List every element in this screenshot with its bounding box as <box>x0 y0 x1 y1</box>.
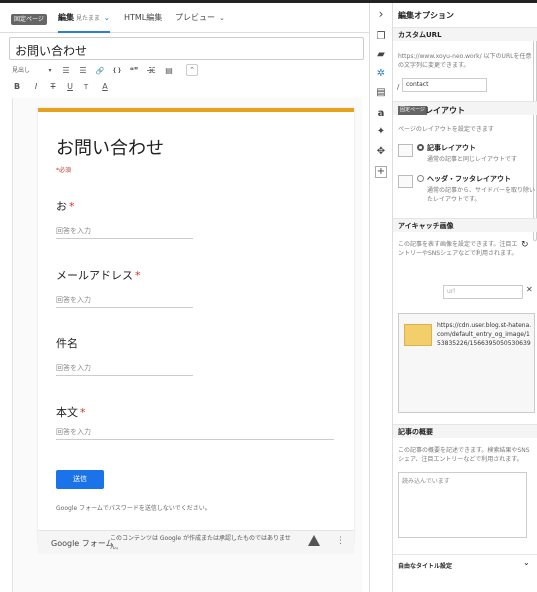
header-footer-layout-label: ヘッダ・フッタレイアウト <box>427 175 511 183</box>
summary-title: 記事の概要 <box>398 428 433 436</box>
google-form-card: お問い合わせ *必須 お * 回答を入力 メールアドレス * 回答を入力 件名 回答… <box>38 108 354 544</box>
body-input[interactable]: 回答を入力 <box>56 426 334 440</box>
header-footer-layout-desc: 通常の記事から、サイドバーを取り除いたレイアウトです。 <box>427 187 536 203</box>
tab-html-edit[interactable]: HTML編集 <box>124 11 162 33</box>
eyecatch-image-url: https://cdn.user.blog.st-hatena.com/defa… <box>437 322 532 347</box>
eyecatch-desc: この記事を表す画像を設定できます。注目エントリーやSNSシェアなどで利用されます… <box>398 241 518 257</box>
article-layout-label: 記事レイアウト <box>427 144 476 152</box>
options-title: 編集オプション <box>398 11 454 20</box>
app-root: 固定ページ 編集 見たまま ⌄ HTML編集 プレビュー ⌄ お問い合わせ 見出し ▾… <box>0 0 537 592</box>
password-warning: Google フォームでパスワードを送信しないでください。 <box>56 505 211 512</box>
question-subject-label: 件名 <box>56 335 80 351</box>
chevron-down-icon: ⌄ <box>219 14 225 22</box>
eyecatch-thumbnail[interactable] <box>404 324 432 346</box>
table-icon[interactable]: ☷ <box>146 64 158 78</box>
chevron-down-icon: ⌄ <box>523 558 530 567</box>
required-note: *必須 <box>56 167 72 174</box>
editor-panel: 固定ページ 編集 見たまま ⌄ HTML編集 プレビュー ⌄ お問い合わせ 見出し ▾… <box>0 3 370 592</box>
layout-desc: ページのレイアウトを設定できます <box>398 126 494 133</box>
chevron-down-icon: ▾ <box>48 67 52 74</box>
refresh-icon[interactable]: ↻ <box>521 240 529 250</box>
font-color-button[interactable]: A <box>100 80 110 94</box>
name-input[interactable]: 回答を入力 <box>56 225 193 239</box>
twitter-icon[interactable]: ✦ <box>375 126 387 138</box>
question-body-label: 本文 * <box>56 404 86 420</box>
pinwheel-icon[interactable]: ✥ <box>375 146 387 158</box>
chevron-right-icon[interactable]: › <box>375 8 387 20</box>
tab-edit-sub: 見たまま <box>76 15 100 22</box>
article-layout-radio[interactable] <box>417 144 424 151</box>
italic-button[interactable]: I <box>31 80 41 94</box>
required-star: * <box>80 406 86 419</box>
custom-url-title: カスタムURL <box>398 31 442 39</box>
required-star: * <box>69 200 75 213</box>
format-toolbar: 見出し ▾ ☰ ☰ 🔗 ❴❵ ❝❞ ⇥ ☷ ▤ ⌃ <box>0 64 369 78</box>
code-icon[interactable]: ❴❵ <box>110 64 124 78</box>
bullet-list-icon[interactable]: ☰ <box>60 64 72 78</box>
gear-icon[interactable]: ✲ <box>375 68 387 80</box>
summary-textarea[interactable]: 読み込んでいます <box>398 472 527 538</box>
side-icon-strip: › ❐ ▰ ✲ ▤ a ✦ ✥ + <box>370 3 393 592</box>
tab-edit-label: 編集 <box>58 13 74 22</box>
article-layout-thumb <box>398 144 413 157</box>
google-forms-logo[interactable]: Google フォーム <box>51 538 114 549</box>
form-title: お問い合わせ <box>56 138 164 159</box>
header-footer-layout-thumb <box>398 175 413 188</box>
form-footer: Google フォーム このコンテンツは Google が作成または承認したもの… <box>38 530 354 554</box>
title-input[interactable]: お問い合わせ <box>9 37 364 60</box>
layout-title: レイアウト <box>425 106 465 115</box>
question-label: 本文 <box>56 406 78 419</box>
warning-icon[interactable] <box>308 535 320 546</box>
embedded-form-area: お問い合わせ *必須 お * 回答を入力 メールアドレス * 回答を入力 件名 回答… <box>12 98 362 592</box>
fixed-page-badge: 固定ページ <box>11 14 47 25</box>
bold-button[interactable]: B <box>12 80 22 94</box>
eyecatch-title: アイキャッチ画像 <box>398 222 454 230</box>
plus-icon[interactable]: + <box>375 166 387 178</box>
question-label: お <box>56 200 67 213</box>
submit-button[interactable]: 送信 <box>56 470 104 489</box>
close-icon[interactable]: ✕ <box>526 285 533 294</box>
quote-icon[interactable]: ❝❞ <box>128 64 140 78</box>
edit-options-panel: 編集オプション カスタムURL https://www.xoyu-neo.wor… <box>393 3 537 592</box>
more-format-icon[interactable]: ▤ <box>163 64 175 78</box>
link-icon[interactable]: 🔗 <box>94 64 106 78</box>
underline-button[interactable]: U <box>65 80 75 94</box>
chevron-down-icon: ⌄ <box>103 14 110 22</box>
free-title-setting[interactable]: 自由なタイトル設定 ⌄ <box>393 554 537 574</box>
form-disclaimer: このコンテンツは Google が作成または承認したものではありません。 <box>110 535 291 551</box>
question-label: メールアドレス <box>56 269 133 282</box>
required-star: * <box>135 269 141 282</box>
heading-select[interactable]: 見出し <box>12 64 38 78</box>
collapse-toolbar-button[interactable]: ⌃ <box>186 64 198 76</box>
folder-icon[interactable]: ▰ <box>375 49 387 61</box>
strikethrough-button[interactable]: T <box>48 80 58 94</box>
header-footer-layout-radio[interactable] <box>417 175 424 182</box>
numbered-list-icon[interactable]: ☰ <box>77 64 89 78</box>
article-layout-desc: 通常の記事と同じレイアウトです <box>427 156 518 163</box>
editor-tabs: 固定ページ 編集 見たまま ⌄ HTML編集 プレビュー ⌄ <box>0 3 369 33</box>
custom-url-input[interactable]: contact <box>402 78 487 92</box>
question-email-label: メールアドレス * <box>56 267 141 283</box>
tab-edit[interactable]: 編集 見たまま ⌄ <box>58 11 110 33</box>
font-size-button[interactable]: T <box>81 80 91 94</box>
url-prefix: / <box>397 83 400 91</box>
email-input[interactable]: 回答を入力 <box>56 294 193 308</box>
tab-preview-label: プレビュー <box>175 13 215 22</box>
subject-input[interactable]: 回答を入力 <box>56 362 193 376</box>
text-style-toolbar: B I T U T A <box>0 80 369 94</box>
tab-preview[interactable]: プレビュー ⌄ <box>175 11 225 33</box>
question-label: 件名 <box>56 337 78 350</box>
document-icon[interactable]: ▤ <box>375 87 387 99</box>
tab-html-label: HTML編集 <box>124 13 163 22</box>
eyecatch-image-list: https://cdn.user.blog.st-hatena.com/defa… <box>398 313 535 413</box>
amazon-icon[interactable]: a <box>375 108 387 120</box>
eyecatch-url-input[interactable]: url <box>443 285 523 299</box>
pages-icon[interactable]: ❐ <box>375 31 387 43</box>
custom-url-desc: https://www.xoyu-neo.work/ 以下のURLを任意の文字列… <box>398 53 532 69</box>
fixed-page-badge: 固定ページ <box>398 106 427 115</box>
summary-desc: この記事の概要を記述できます。検索結果やSNSシェア、注目エントリーなどで利用さ… <box>398 447 530 463</box>
free-title-label: 自由なタイトル設定 <box>398 563 453 570</box>
question-name-label: お * <box>56 198 75 214</box>
more-vert-icon[interactable]: ⋮ <box>336 536 345 546</box>
